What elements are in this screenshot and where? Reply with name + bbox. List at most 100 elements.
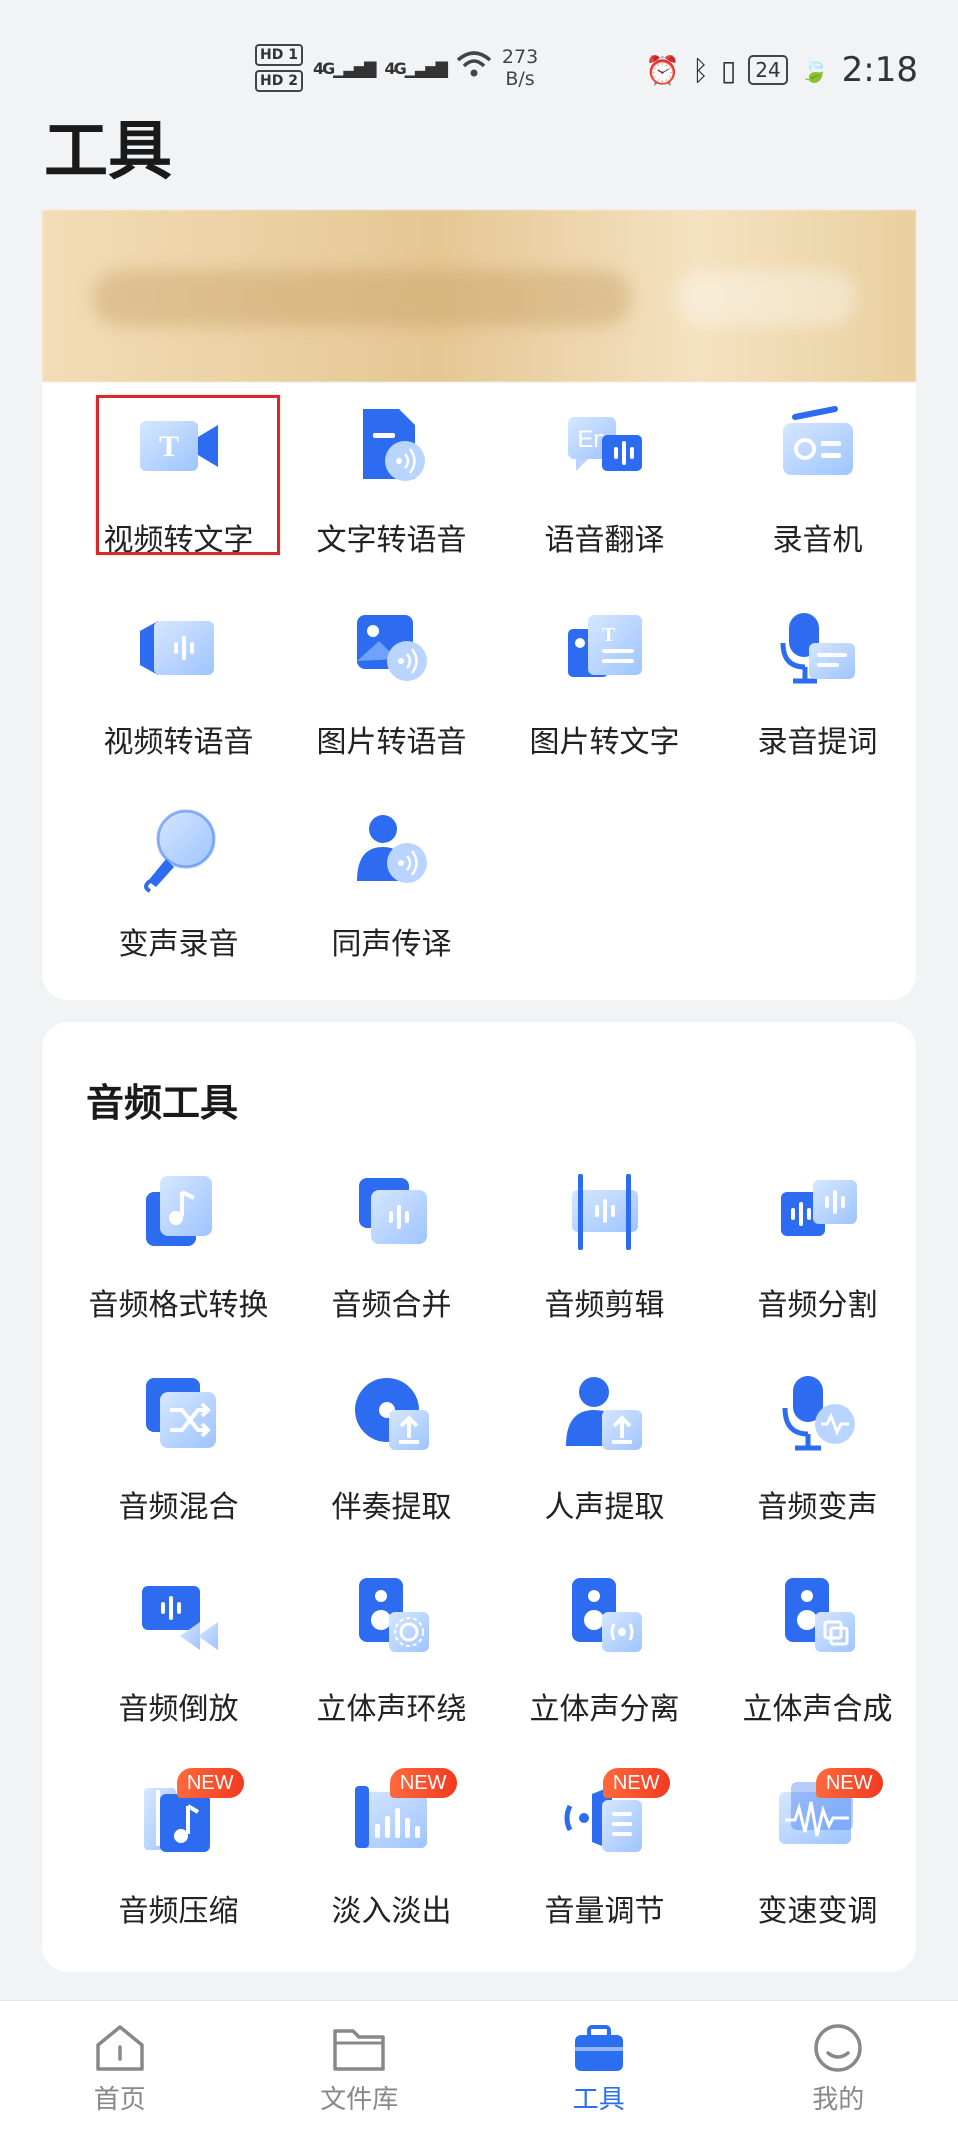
tool-speed-pitch[interactable]: NEW 变速变调	[711, 1766, 924, 1968]
tool-label: 音频合并	[332, 1280, 452, 1324]
net-speed: 273 B/s	[502, 46, 538, 90]
cut-wave-icon	[562, 1168, 648, 1254]
tool-person-speaker[interactable]: 同声传译	[285, 799, 498, 1001]
tool-label: 文字转语音	[317, 515, 467, 559]
audio-tools-grid: 音频格式转换 音频合并 音频剪辑 音频分割 音频混合 伴奏提取 人声提取 音频变…	[42, 1160, 946, 1968]
tool-label: 音量调节	[545, 1886, 665, 1930]
tool-label: 音频倒放	[119, 1684, 239, 1728]
bluetooth-icon: ᛒ	[692, 54, 709, 87]
bottom-navigation: 首页 文件库 工具 我的	[0, 2000, 958, 2130]
tool-speaker-merge[interactable]: 立体声合成	[711, 1564, 924, 1766]
status-left: HD 1 HD 2 4G▁▃▅▇ 4G▁▃▅▇ 273 B/s	[255, 44, 538, 92]
rewind-icon	[136, 1572, 222, 1658]
mic-prompter-icon	[775, 605, 861, 691]
tool-mic-prompter[interactable]: 录音提词	[711, 597, 924, 799]
new-badge: NEW	[603, 1768, 670, 1798]
tool-label: 淡入淡出	[332, 1886, 452, 1930]
tool-label: 同声传译	[332, 919, 452, 963]
battery-indicator: 24	[748, 55, 787, 85]
translate-en-icon: En	[562, 403, 648, 489]
nav-item-folder[interactable]: 文件库	[240, 2001, 480, 2130]
signal-icon-2: 4G▁▃▅▇	[384, 59, 445, 78]
tool-shuffle[interactable]: 音频混合	[72, 1362, 285, 1564]
person-speaker-icon	[349, 807, 435, 893]
volume-icon: NEW	[562, 1774, 648, 1860]
tool-cut-wave[interactable]: 音频剪辑	[498, 1160, 711, 1362]
nav-label: 工具	[573, 2079, 625, 2116]
tool-speaker-surround[interactable]: 立体声环绕	[285, 1564, 498, 1766]
person-upload-icon	[562, 1370, 648, 1456]
tool-label: 变声录音	[119, 919, 239, 963]
tool-image-speaker[interactable]: 图片转语音	[285, 597, 498, 799]
signal-icon-1: 4G▁▃▅▇	[313, 59, 374, 78]
home-icon	[92, 2023, 148, 2073]
tool-translate-en[interactable]: En 语音翻译	[498, 395, 711, 597]
tool-volume[interactable]: NEW 音量调节	[498, 1766, 711, 1968]
folder-icon	[331, 2023, 387, 2073]
tool-label: 音频压缩	[119, 1886, 239, 1930]
video-wave-icon	[136, 605, 222, 691]
split-wave-icon	[775, 1168, 861, 1254]
tool-label: 音频混合	[119, 1482, 239, 1526]
compress-music-icon: NEW	[136, 1774, 222, 1860]
toolbox-icon	[571, 2023, 627, 2073]
speaker-merge-icon	[775, 1572, 861, 1658]
svg-text:T: T	[158, 430, 178, 463]
new-badge: NEW	[816, 1768, 883, 1798]
tool-split-wave[interactable]: 音频分割	[711, 1160, 924, 1362]
top-tools-grid: T 视频转文字 文字转语音En 语音翻译 录音机 视频转语音 图片转语音T 图片…	[42, 395, 946, 1001]
video-text-icon: T	[136, 403, 222, 489]
tool-doc-speaker[interactable]: 文字转语音	[285, 395, 498, 597]
tool-label: 音频格式转换	[89, 1280, 269, 1324]
alarm-icon: ⏰	[645, 54, 680, 87]
nav-item-profile-smile[interactable]: 我的	[719, 2001, 958, 2130]
promo-banner[interactable]	[42, 210, 916, 382]
sim2-icon: HD 2	[255, 70, 303, 92]
nav-item-home[interactable]: 首页	[0, 2001, 240, 2130]
voice-changer-mic-icon	[136, 807, 222, 893]
tool-image-text[interactable]: T 图片转文字	[498, 597, 711, 799]
tool-mic-wave[interactable]: 音频变声	[711, 1362, 924, 1564]
tool-video-text[interactable]: T 视频转文字	[72, 395, 285, 597]
profile-smile-icon	[810, 2023, 866, 2073]
tool-label: 录音机	[773, 515, 863, 559]
mic-wave-icon	[775, 1370, 861, 1456]
banner-button-blurred[interactable]	[676, 270, 856, 326]
tool-label: 图片转文字	[530, 717, 680, 761]
tool-radio-recorder[interactable]: 录音机	[711, 395, 924, 597]
image-speaker-icon	[349, 605, 435, 691]
tool-merge-wave[interactable]: 音频合并	[285, 1160, 498, 1362]
tool-label: 视频转语音	[104, 717, 254, 761]
tool-video-wave[interactable]: 视频转语音	[72, 597, 285, 799]
shuffle-icon	[136, 1370, 222, 1456]
nav-item-toolbox[interactable]: 工具	[479, 2001, 719, 2130]
radio-recorder-icon	[775, 403, 861, 489]
page-title: 工具	[44, 100, 172, 192]
speaker-surround-icon	[349, 1572, 435, 1658]
image-text-icon: T	[562, 605, 648, 691]
sim-indicators: HD 1 HD 2	[255, 44, 303, 92]
new-badge: NEW	[390, 1768, 457, 1798]
tool-label: 音频变声	[758, 1482, 878, 1526]
banner-text-blurred	[92, 270, 632, 326]
tool-label: 录音提词	[758, 717, 878, 761]
new-badge: NEW	[177, 1768, 244, 1798]
speed-pitch-icon: NEW	[775, 1774, 861, 1860]
tool-label: 视频转文字	[104, 515, 254, 559]
tool-disc-upload[interactable]: 伴奏提取	[285, 1362, 498, 1564]
nav-label: 文件库	[320, 2079, 398, 2116]
tool-compress-music[interactable]: NEW 音频压缩	[72, 1766, 285, 1968]
disc-upload-icon	[349, 1370, 435, 1456]
music-file-icon	[136, 1168, 222, 1254]
tool-label: 音频剪辑	[545, 1280, 665, 1324]
tool-label: 人声提取	[545, 1482, 665, 1526]
tool-music-file[interactable]: 音频格式转换	[72, 1160, 285, 1362]
tool-speaker-split[interactable]: 立体声分离	[498, 1564, 711, 1766]
sim1-icon: HD 1	[255, 44, 303, 66]
tool-label: 伴奏提取	[332, 1482, 452, 1526]
doc-speaker-icon	[349, 403, 435, 489]
tool-fade-bars[interactable]: NEW 淡入淡出	[285, 1766, 498, 1968]
tool-person-upload[interactable]: 人声提取	[498, 1362, 711, 1564]
tool-voice-changer-mic[interactable]: 变声录音	[72, 799, 285, 1001]
tool-rewind[interactable]: 音频倒放	[72, 1564, 285, 1766]
